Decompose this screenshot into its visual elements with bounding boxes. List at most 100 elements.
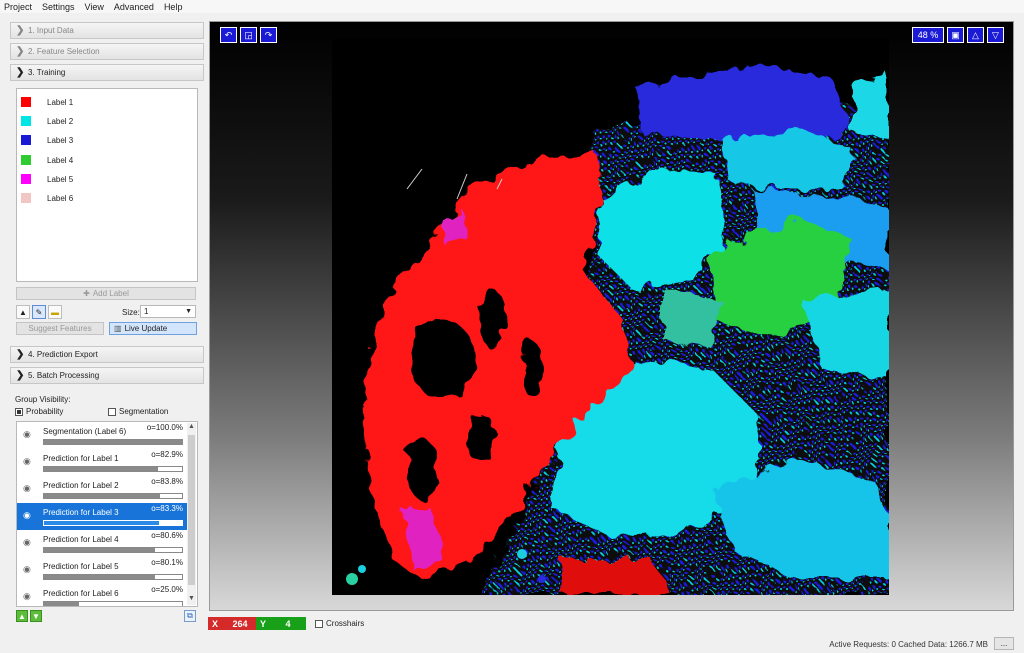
opacity-bar[interactable] — [43, 493, 183, 499]
menu-view[interactable]: View — [85, 2, 104, 12]
triangle-up-icon: △ — [972, 29, 979, 40]
eye-icon[interactable]: ◉ — [23, 510, 31, 521]
segmentation-checkbox[interactable]: Segmentation — [108, 407, 168, 416]
layer-item-selected[interactable]: ◉ Prediction for Label 3 o=83.3% — [17, 503, 187, 530]
layer-item[interactable]: ◉ Prediction for Label 4 o=80.6% — [17, 530, 187, 557]
image-viewer[interactable]: ↶ ◲ ↷ 48 % ▣ △ ▽ — [209, 21, 1014, 611]
opacity-bar[interactable] — [43, 466, 183, 472]
opacity-fill — [44, 467, 159, 471]
chevron-right-icon: ❯ — [16, 349, 25, 360]
checkbox-box[interactable] — [15, 407, 23, 416]
slice-down-button[interactable]: ▽ — [987, 27, 1004, 43]
navigation-tool-button[interactable]: ▲ — [16, 305, 30, 319]
x-value[interactable]: 264 — [222, 617, 259, 630]
menu-advanced[interactable]: Advanced — [114, 2, 154, 12]
swap-axes-button[interactable]: ◲ — [240, 27, 257, 43]
menu-help[interactable]: Help — [164, 2, 183, 12]
label-item[interactable]: Label 1 — [21, 95, 73, 109]
zoom-level: 48 % — [917, 30, 939, 40]
label-item[interactable]: Label 3 — [21, 133, 73, 147]
status-text: Active Requests: 0 Cached Data: 1266.7 M… — [829, 640, 988, 649]
label-color-swatch[interactable] — [21, 193, 31, 203]
menu-project[interactable]: Project — [4, 2, 32, 12]
layer-item[interactable]: ◉ Prediction for Label 1 o=82.9% — [17, 449, 187, 476]
drawer-batch-processing[interactable]: ❯ 5. Batch Processing — [10, 367, 204, 384]
opacity-fill — [44, 548, 156, 552]
brush-tool-button[interactable]: ✎ — [32, 305, 46, 319]
suggest-features-button[interactable]: Suggest Features — [16, 322, 104, 335]
label-name: Label 6 — [47, 193, 74, 203]
layer-item[interactable]: ◉ Segmentation (Label 6) o=100.0% — [17, 422, 187, 449]
label-item[interactable]: Label 6 — [21, 191, 73, 205]
label-item[interactable]: Label 4 — [21, 153, 73, 167]
label-item[interactable]: Label 5 — [21, 172, 73, 186]
opacity-bar[interactable] — [43, 547, 183, 553]
zoom-level-button[interactable]: 48 % — [912, 27, 944, 43]
status-more-button[interactable]: ... — [994, 637, 1014, 650]
snapshot-button[interactable]: ▣ — [947, 27, 964, 43]
chevron-down-icon: ▼ — [185, 308, 192, 315]
label-name: Label 5 — [47, 174, 74, 184]
layer-list-scrollbar[interactable]: ▲ ▼ — [187, 423, 196, 605]
eraser-tool-button[interactable]: ▬ — [48, 305, 62, 319]
eye-icon[interactable]: ◉ — [23, 591, 31, 602]
eye-icon[interactable]: ◉ — [23, 537, 31, 548]
label-color-swatch[interactable] — [21, 135, 31, 145]
swap-axes-icon: ◲ — [244, 29, 253, 40]
layer-item[interactable]: ◉ Prediction for Label 5 o=80.1% — [17, 557, 187, 584]
opacity-bar[interactable] — [43, 601, 183, 606]
label-color-swatch[interactable] — [21, 174, 31, 184]
eye-icon[interactable]: ◉ — [23, 429, 31, 440]
opacity-bar[interactable] — [43, 520, 183, 526]
label-color-swatch[interactable] — [21, 155, 31, 165]
probability-checkbox[interactable]: Probability — [15, 407, 63, 416]
scroll-down-icon[interactable]: ▼ — [187, 595, 196, 605]
probability-label: Probability — [26, 407, 64, 416]
segmentation-label: Segmentation — [119, 407, 169, 416]
opacity-bar[interactable] — [43, 574, 183, 580]
layer-item[interactable]: ◉ Prediction for Label 2 o=83.8% — [17, 476, 187, 503]
move-layer-up-button[interactable]: ▲ — [16, 610, 28, 622]
drawer-label: 4. Prediction Export — [28, 350, 98, 359]
eye-icon[interactable]: ◉ — [23, 483, 31, 494]
more-icon: ... — [1000, 639, 1008, 648]
eye-icon[interactable]: ◉ — [23, 564, 31, 575]
prediction-overlay-image[interactable] — [332, 39, 889, 595]
menu-settings[interactable]: Settings — [42, 2, 75, 12]
prediction-image[interactable] — [332, 39, 889, 595]
slice-up-button[interactable]: △ — [967, 27, 984, 43]
rotate-right-button[interactable]: ↷ — [260, 27, 277, 43]
label-color-swatch[interactable] — [21, 97, 31, 107]
rotate-left-button[interactable]: ↶ — [220, 27, 237, 43]
opacity-fill — [44, 494, 160, 498]
scroll-thumb[interactable] — [188, 435, 195, 585]
layer-name: Prediction for Label 3 — [43, 508, 119, 517]
chevron-right-icon: ❯ — [16, 46, 25, 57]
live-update-button[interactable]: ▥ Live Update — [109, 322, 197, 335]
brush-size-select[interactable]: 1 ▼ — [140, 305, 196, 318]
layer-options-button[interactable]: ⧉ — [184, 610, 196, 622]
arrow-down-icon: ▼ — [32, 611, 40, 621]
drawer-label: 1. Input Data — [28, 26, 74, 35]
layer-opacity: o=82.9% — [151, 450, 183, 459]
opacity-bar[interactable] — [43, 439, 183, 445]
layer-opacity: o=100.0% — [146, 423, 183, 432]
drawer-training[interactable]: ❯ 3. Training — [10, 64, 204, 81]
label-color-swatch[interactable] — [21, 116, 31, 126]
chevron-right-icon: ❯ — [16, 370, 25, 381]
eye-icon[interactable]: ◉ — [23, 456, 31, 467]
drawer-feature-selection[interactable]: ❯ 2. Feature Selection — [10, 43, 204, 60]
crosshairs-checkbox[interactable]: Crosshairs — [315, 619, 364, 628]
label-item[interactable]: Label 2 — [21, 114, 73, 128]
label-list: Label 1 Label 2 Label 3 Label 4 Label 5 … — [16, 88, 198, 282]
layer-item[interactable]: ◉ Prediction for Label 6 o=25.0% — [17, 584, 187, 606]
move-layer-down-button[interactable]: ▼ — [30, 610, 42, 622]
add-label-button[interactable]: ✚ Add Label — [16, 287, 196, 300]
checkbox-box[interactable] — [108, 407, 116, 416]
y-value[interactable]: 4 — [270, 617, 307, 630]
scroll-up-icon[interactable]: ▲ — [187, 423, 196, 433]
checkbox-box[interactable] — [315, 619, 323, 628]
drawer-input-data[interactable]: ❯ 1. Input Data — [10, 22, 204, 39]
live-update-icon: ▥ — [114, 324, 122, 333]
drawer-prediction-export[interactable]: ❯ 4. Prediction Export — [10, 346, 204, 363]
